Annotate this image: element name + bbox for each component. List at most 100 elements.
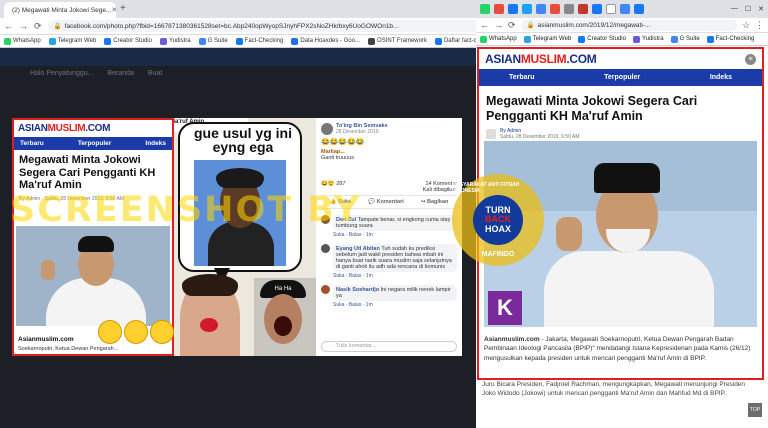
url-field[interactable]: 🔒 asianmuslim.com/2019/12/megawati-...	[520, 19, 737, 31]
bookmark-icon	[368, 37, 376, 45]
post-date: 28 Desember 2019	[336, 129, 379, 135]
meme-laughing-man: Ha Ha	[254, 278, 316, 356]
bookmark-item[interactable]: Data Hoaxdes - Goo...	[291, 37, 360, 45]
site-header: ASIANMUSLIM.COM ≡	[479, 49, 762, 69]
new-tab-button[interactable]: +	[120, 3, 126, 14]
right-window-controls: — ☐ ✕	[731, 5, 764, 13]
menu-icon[interactable]: ⋮	[755, 20, 764, 31]
avatar	[321, 123, 333, 135]
hamburger-menu-icon[interactable]: ≡	[745, 53, 756, 65]
nav-indeks[interactable]: Indeks	[710, 74, 732, 81]
bookmark-label: Telegram Web	[57, 38, 97, 44]
twitter-tab-icon[interactable]	[522, 4, 532, 14]
forward-icon[interactable]: →	[19, 21, 28, 31]
bookmark-item[interactable]: WhatsApp	[480, 35, 517, 43]
star-icon[interactable]: ☆	[742, 20, 750, 31]
article-title: Megawati Minta Jokowi Segera Cari Pengga…	[486, 94, 698, 123]
bookmark-item[interactable]: Yudistra	[632, 35, 664, 43]
bookmark-label: Fact-Checking	[244, 38, 284, 44]
bookmark-label: Creator Studio	[113, 38, 152, 44]
tab-icon[interactable]	[592, 4, 602, 14]
facebook-menu-item[interactable]: Beranda	[107, 70, 133, 77]
bookmark-item[interactable]: G Suite	[670, 35, 700, 43]
bookmark-icon	[291, 37, 299, 45]
share-button[interactable]: ↪ Bagikan	[421, 199, 449, 205]
bookmark-icon	[578, 35, 586, 43]
bookmark-item[interactable]: Fact-Checking	[706, 35, 754, 43]
post-emojis: 😂😂😂😂😂	[321, 139, 365, 146]
forward-icon[interactable]: →	[494, 20, 503, 30]
comment-author[interactable]: Nasik Soehardjo	[336, 287, 381, 293]
maximize-icon[interactable]: ☐	[745, 5, 751, 13]
bookmark-item[interactable]: Telegram Web	[523, 35, 571, 43]
post-comment-text: Ganti truuuus	[321, 155, 355, 161]
bookmark-item[interactable]: G Suite	[198, 37, 228, 45]
bookmark-item[interactable]: Telegram Web	[48, 37, 97, 45]
bookmark-label: WhatsApp	[489, 36, 517, 42]
comment-button[interactable]: 💬 Komentari	[368, 199, 404, 205]
active-tab-icon[interactable]	[606, 4, 616, 14]
close-tab-icon[interactable]: ✕	[111, 6, 116, 14]
facebook-tab-icon[interactable]	[508, 4, 518, 14]
bookmark-icon	[235, 37, 243, 45]
bookmark-icon	[434, 37, 442, 45]
article-continuation: Juru Bicara Presiden, Fadjroel Rachman, …	[478, 381, 764, 428]
bookmark-item[interactable]: WhatsApp	[4, 37, 41, 45]
screenshot-watermark: SCREENSHOT BY	[10, 190, 362, 230]
meme-boy-face	[180, 274, 240, 356]
tab-title: (2) Megawati Minta Jokowi Sege...	[12, 6, 112, 14]
post-header: To'ing Bin Semvake 28 Desember 2019	[321, 123, 457, 135]
bookmark-icon	[159, 37, 167, 45]
bookmark-item[interactable]: Fact-Checking	[235, 37, 284, 45]
article-footer-site: Asianmuslim.com	[18, 336, 74, 343]
bookmark-icon	[104, 37, 112, 45]
reload-icon[interactable]: ⟳	[508, 20, 516, 31]
article-body: Asianmuslim.com - Jakarta, Megawati Soek…	[484, 336, 751, 362]
laughing-emoji-icon	[124, 320, 148, 344]
comment-meta[interactable]: Suka · Balas · 1m	[333, 273, 457, 279]
tab-icon[interactable]	[564, 4, 574, 14]
reload-icon[interactable]: ⟳	[34, 21, 42, 32]
facebook-tab-icon[interactable]	[634, 4, 644, 14]
back-icon[interactable]: ←	[4, 21, 13, 31]
turn-back-hoax-badge: TURN BACK HOAX	[473, 195, 523, 245]
bookmark-label: OSINT Framework	[377, 38, 427, 44]
bookmark-icon	[523, 35, 531, 43]
nav-terpopuler[interactable]: Terpopuler	[604, 74, 640, 81]
facebook-menu-item[interactable]: Buat	[148, 70, 162, 77]
google-tab-icon[interactable]	[620, 4, 630, 14]
bookmark-item[interactable]: Creator Studio	[104, 37, 152, 45]
author-avatar	[486, 129, 496, 139]
bookmark-label: G Suite	[679, 36, 700, 42]
right-tab-bar: — ☐ ✕	[476, 0, 768, 18]
facebook-menu-item[interactable]: Halo Penyatunggu...	[30, 70, 93, 77]
lock-icon: 🔒	[526, 22, 535, 29]
k-logo-icon: K	[488, 291, 522, 325]
back-to-top-button[interactable]: TOP	[748, 403, 762, 417]
article-screenshot: ASIANMUSLIM.COM Terbaru Terpopuler Indeks …	[12, 118, 174, 356]
close-window-icon[interactable]: ✕	[758, 5, 764, 13]
nav-terbaru[interactable]: Terbaru	[509, 74, 535, 81]
youtube-tab-icon[interactable]	[494, 4, 504, 14]
site-logo[interactable]: ASIANMUSLIM.COM	[485, 52, 597, 66]
google-tab-icon[interactable]	[536, 4, 546, 14]
bookmark-item[interactable]: OSINT Framework	[368, 37, 427, 45]
reaction-count[interactable]: 287	[336, 181, 345, 187]
comment-input[interactable]: Tulis komentar...	[321, 341, 457, 352]
comment-meta[interactable]: Suka · Balas · 1m	[333, 302, 457, 308]
tab-icon[interactable]	[550, 4, 560, 14]
bookmark-item[interactable]: Yudistra	[159, 37, 191, 45]
left-active-tab[interactable]: (2) Megawati Minta Jokowi Sege... ✕	[4, 2, 116, 18]
tab-icon[interactable]	[578, 4, 588, 14]
comment-meta[interactable]: Suka · Balas · 1m	[333, 232, 457, 238]
meme-image: Segera Cari Pengganti KH Ma'ruf Amin gue…	[174, 118, 316, 356]
minimize-icon[interactable]: —	[731, 5, 738, 13]
article-logo: ASIANMUSLIM.COM	[18, 123, 111, 134]
bookmark-icon	[632, 35, 640, 43]
article-byline: By Admin Sabtu, 28 Desember 2019, 6:50 AM	[479, 128, 762, 140]
bookmark-item[interactable]: Creator Studio	[578, 35, 626, 43]
whatsapp-tab-icon[interactable]	[480, 4, 490, 14]
back-icon[interactable]: ←	[480, 20, 489, 30]
bookmark-label: Yudistra	[168, 38, 191, 44]
article-date: Sabtu, 28 Desember 2019, 6:50 AM	[500, 134, 580, 140]
